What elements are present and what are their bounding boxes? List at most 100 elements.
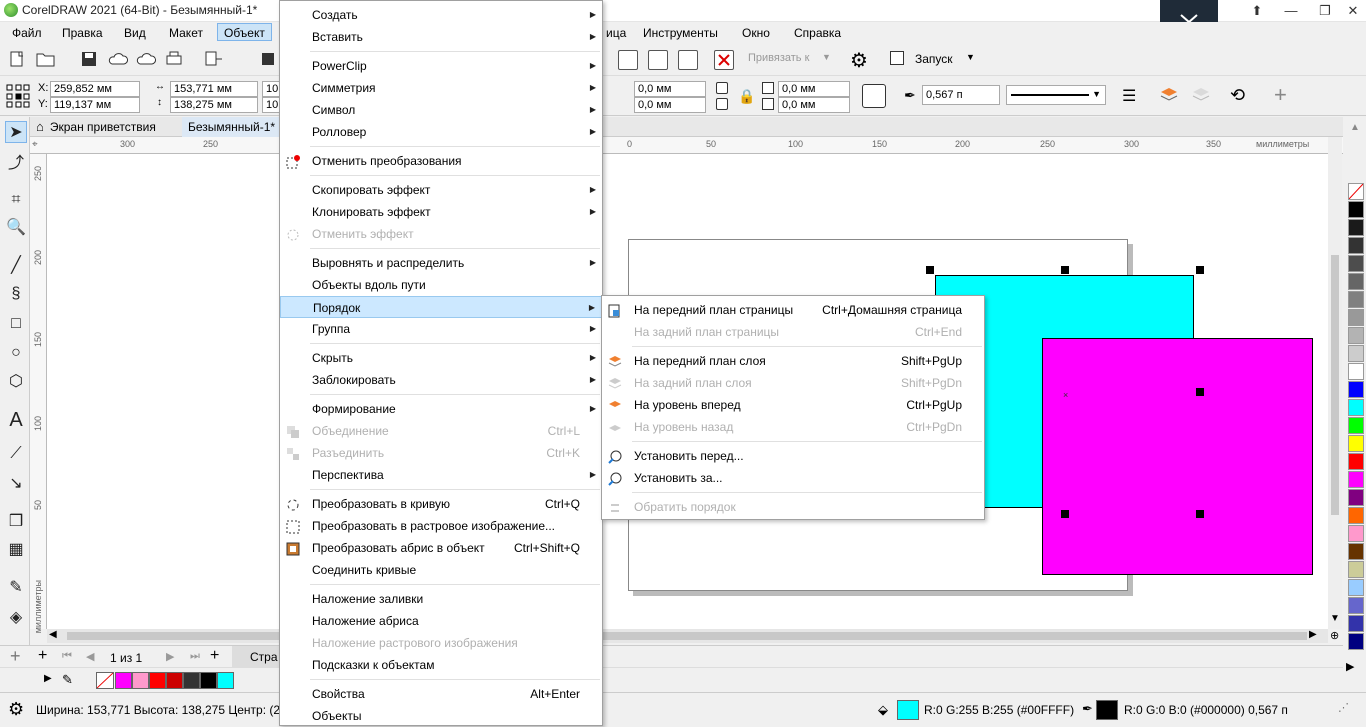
object-menu-item[interactable]: Симметрия ▶ xyxy=(280,77,602,99)
cloud-download-icon[interactable] xyxy=(136,50,156,70)
layers-back-icon[interactable] xyxy=(1192,86,1210,104)
menu-help[interactable]: Справка xyxy=(788,24,847,42)
selection-handle[interactable] xyxy=(1196,388,1204,396)
polygon-tool-icon[interactable]: ⬡ xyxy=(5,371,27,393)
artistic-media-icon[interactable]: § xyxy=(5,283,27,305)
object-menu-item[interactable]: Формирование ▶ xyxy=(280,398,602,420)
layers-front-icon[interactable] xyxy=(1160,86,1178,104)
corner-radius-bottom-right[interactable]: 0,0 мм xyxy=(778,97,850,113)
open-folder-icon[interactable] xyxy=(36,50,56,70)
object-menu-item[interactable]: Отменить преобразования xyxy=(280,150,602,172)
crop-tool-icon[interactable]: ⌗ xyxy=(5,189,27,211)
fill-color-swatch[interactable] xyxy=(897,700,919,720)
palette-swatch[interactable] xyxy=(1348,237,1364,254)
guides-icon[interactable] xyxy=(678,50,698,70)
grid-icon[interactable] xyxy=(648,50,668,70)
menu-tools[interactable]: Инструменты xyxy=(637,24,724,42)
object-menu-item[interactable]: PowerClip ▶ xyxy=(280,55,602,77)
palette-scroll-up-icon[interactable]: ▲ xyxy=(1350,122,1360,133)
text-tool-icon[interactable]: A xyxy=(5,409,27,431)
new-document-icon[interactable] xyxy=(8,50,28,70)
zoom-fit-icon[interactable]: ⊕ xyxy=(1330,629,1339,642)
launch-dropdown[interactable]: Запуск xyxy=(915,52,953,66)
no-color-swatch[interactable] xyxy=(1348,183,1364,200)
object-menu-item[interactable]: Клонировать эффект ▶ xyxy=(280,201,602,223)
palette-swatch[interactable] xyxy=(1348,525,1364,542)
palette-swatch[interactable] xyxy=(1348,489,1364,506)
eyedropper-icon[interactable]: ✎ xyxy=(5,577,27,599)
palette-swatch[interactable] xyxy=(1348,561,1364,578)
first-page-icon[interactable]: ⏮ xyxy=(62,650,72,663)
object-menu-item[interactable]: Объекты вдоль пути xyxy=(280,274,602,296)
transparency-icon[interactable]: ▦ xyxy=(5,539,27,561)
gear-icon[interactable]: ⚙ xyxy=(8,699,24,720)
palette-swatch[interactable] xyxy=(1348,399,1364,416)
outline-width-field[interactable]: 0,567 п xyxy=(922,85,1000,105)
menu-table[interactable]: ица xyxy=(600,24,632,42)
palette-swatch[interactable] xyxy=(1348,255,1364,272)
lock-icon[interactable]: 🔒 xyxy=(738,88,755,105)
tab-document[interactable]: Безымянный-1* xyxy=(182,117,282,137)
order-menu-item[interactable]: На уровень вперед Ctrl+PgUp xyxy=(602,394,984,416)
add-page-before-icon[interactable]: + xyxy=(38,647,47,665)
palette-swatch[interactable] xyxy=(1348,309,1364,326)
outline-color-swatch[interactable] xyxy=(1096,700,1118,720)
x-position-field[interactable]: 259,852 мм xyxy=(50,81,140,97)
prev-page-icon[interactable]: ◀ xyxy=(86,650,94,663)
document-palette-swatch[interactable] xyxy=(132,672,149,689)
rectangle-tool-icon[interactable]: □ xyxy=(5,313,27,335)
import-icon[interactable] xyxy=(204,50,224,70)
object-menu-item[interactable]: Свойства Alt+Enter xyxy=(280,683,602,705)
gear-icon[interactable]: ⚙ xyxy=(850,48,868,73)
page-tab[interactable]: Стра xyxy=(232,646,282,668)
palette-swatch[interactable] xyxy=(1348,615,1364,632)
snap-off-icon[interactable] xyxy=(714,50,734,70)
scroll-thumb[interactable] xyxy=(67,632,1307,640)
palette-swatch[interactable] xyxy=(1348,345,1364,362)
scroll-left-icon[interactable]: ◀ xyxy=(49,629,57,640)
object-menu-item[interactable]: Перспектива ▶ xyxy=(280,464,602,486)
no-color-swatch[interactable] xyxy=(96,672,114,689)
object-menu-item[interactable]: Скопировать эффект ▶ xyxy=(280,179,602,201)
palette-swatch[interactable] xyxy=(1348,453,1364,470)
restore-help-icon[interactable]: ⬆ xyxy=(1240,0,1274,22)
document-palette-swatch[interactable] xyxy=(115,672,132,689)
cloud-upload-icon[interactable] xyxy=(108,50,128,70)
object-menu-item[interactable]: Вставить ▶ xyxy=(280,26,602,48)
ruler-origin-icon[interactable]: ⌖ xyxy=(32,139,38,150)
y-position-field[interactable]: 119,137 мм xyxy=(50,97,140,113)
snap-to-dropdown[interactable]: Привязать к xyxy=(748,52,809,64)
scroll-down-icon[interactable]: ▼ xyxy=(1330,613,1340,624)
order-menu-item[interactable]: Установить перед... xyxy=(602,445,984,467)
object-menu-item[interactable]: Подсказки к объектам xyxy=(280,654,602,676)
selection-handle[interactable] xyxy=(1061,510,1069,518)
object-menu-item[interactable]: Ролловер ▶ xyxy=(280,121,602,143)
document-palette-swatch[interactable] xyxy=(217,672,234,689)
dimension-tool-icon[interactable]: ⟋ xyxy=(5,443,27,465)
minimize-button[interactable]: — xyxy=(1274,0,1308,22)
corner-radius-top-right[interactable]: 0,0 мм xyxy=(778,81,850,97)
save-icon[interactable] xyxy=(80,50,100,70)
palette-swatch[interactable] xyxy=(1348,543,1364,560)
export-icon[interactable] xyxy=(260,50,280,70)
object-menu-item[interactable]: Преобразовать в растровое изображение... xyxy=(280,515,602,537)
menu-object[interactable]: Объект xyxy=(217,23,272,41)
connector-tool-icon[interactable]: ↘ xyxy=(5,473,27,495)
order-menu-item[interactable]: На передний план слоя Shift+PgUp xyxy=(602,350,984,372)
add-icon[interactable]: + xyxy=(1274,82,1287,108)
vertical-scrollbar[interactable]: ▼ xyxy=(1328,137,1342,629)
palette-swatch[interactable] xyxy=(1348,435,1364,452)
palette-swatch[interactable] xyxy=(1348,471,1364,488)
object-menu-item[interactable]: Преобразовать абрис в объект Ctrl+Shift+Q xyxy=(280,537,602,559)
corner-radius-bottom-left[interactable]: 0,0 мм xyxy=(634,97,706,113)
object-menu-item[interactable]: Объекты xyxy=(280,705,602,727)
object-menu-item[interactable]: Порядок ▶ xyxy=(280,296,602,318)
palette-swatch[interactable] xyxy=(1348,273,1364,290)
next-page-icon[interactable]: ▶ xyxy=(166,650,174,663)
width-field[interactable]: 153,771 мм xyxy=(170,81,258,97)
pick-tool-icon[interactable]: ➤ xyxy=(5,121,27,143)
palette-swatch[interactable] xyxy=(1348,417,1364,434)
zoom-tool-icon[interactable]: 🔍 xyxy=(5,217,27,239)
menu-file[interactable]: Файл xyxy=(6,24,48,42)
drop-shadow-icon[interactable]: ❒ xyxy=(5,511,27,533)
